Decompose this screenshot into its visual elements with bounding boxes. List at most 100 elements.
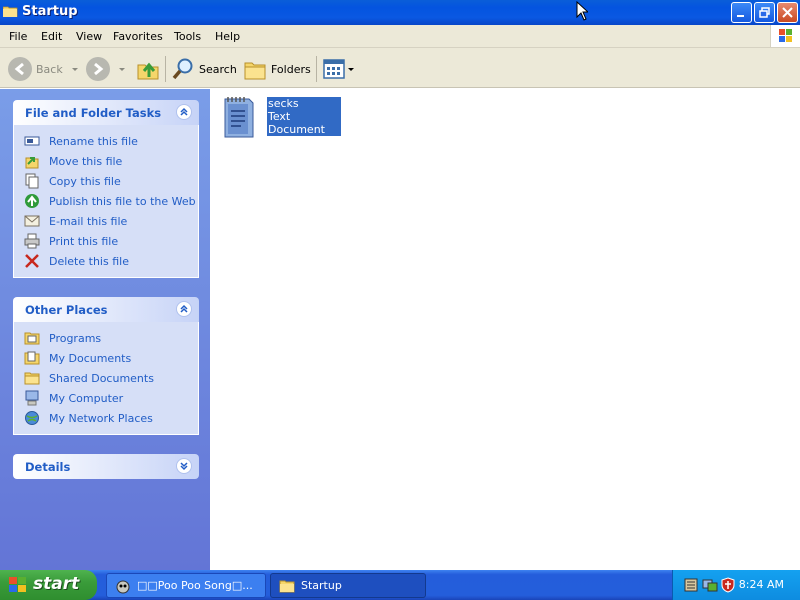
- window-title: Startup: [22, 4, 78, 19]
- place-label: Programs: [49, 331, 102, 345]
- up-folder-button[interactable]: [136, 56, 160, 82]
- place-my-computer[interactable]: My Computer: [24, 388, 198, 408]
- title-bar[interactable]: Startup: [0, 0, 800, 25]
- task-label: Delete this file: [49, 254, 129, 268]
- panel-title: Other Places: [25, 303, 108, 317]
- views-button[interactable]: [323, 56, 355, 82]
- task-label: E-mail this file: [49, 214, 128, 228]
- restore-icon: [759, 7, 770, 18]
- task-label: Move this file: [49, 154, 123, 168]
- rename-icon: [24, 136, 40, 146]
- place-my-documents[interactable]: My Documents: [24, 348, 198, 368]
- file-size: 1 KB: [268, 136, 294, 149]
- taskbar: start □□Poo Poo Song□... Startup 8:24 AM: [0, 570, 800, 600]
- shared-folder-icon: [24, 372, 40, 385]
- task-move-file[interactable]: Move this file: [24, 151, 198, 171]
- menu-view[interactable]: View: [76, 30, 102, 43]
- my-computer-icon: [25, 390, 39, 406]
- print-icon: [24, 233, 40, 249]
- copy-icon: [25, 173, 39, 189]
- place-programs[interactable]: Programs: [24, 328, 198, 348]
- my-documents-icon: [24, 351, 40, 365]
- minimize-icon: [737, 15, 744, 17]
- folder-icon: [279, 580, 295, 592]
- folders-icon: [244, 62, 266, 80]
- forward-button[interactable]: [86, 56, 126, 82]
- forward-arrow-icon: [86, 57, 110, 81]
- folder-icon: [3, 6, 18, 17]
- task-copy-file[interactable]: Copy this file: [24, 171, 198, 191]
- place-label: Shared Documents: [49, 371, 154, 385]
- views-icon: [323, 59, 345, 79]
- task-print-file[interactable]: Print this file: [24, 231, 198, 251]
- menu-tools[interactable]: Tools: [174, 30, 201, 43]
- task-publish-file[interactable]: Publish this file to the Web: [24, 191, 198, 211]
- back-dropdown-icon: [71, 68, 78, 71]
- collapse-chevron-icon[interactable]: [176, 104, 192, 120]
- other-places-header[interactable]: Other Places: [13, 297, 199, 322]
- place-label: My Documents: [49, 351, 132, 365]
- taskbar-item-poo-poo-song[interactable]: □□Poo Poo Song□...: [106, 573, 266, 598]
- file-folder-tasks-header[interactable]: File and Folder Tasks: [13, 100, 199, 125]
- publish-icon: [25, 194, 39, 208]
- start-label: start: [33, 574, 80, 594]
- mouse-cursor-icon: [576, 1, 588, 21]
- file-label-selected[interactable]: secks Text Document 1 KB: [267, 97, 341, 149]
- place-my-network-places[interactable]: My Network Places: [24, 408, 198, 428]
- move-icon: [25, 157, 39, 169]
- media-app-icon: [116, 580, 130, 593]
- task-label: Publish this file to the Web: [49, 194, 196, 208]
- back-label: Back: [36, 62, 63, 76]
- restore-button[interactable]: [754, 2, 775, 23]
- windows-flag-icon: [779, 29, 792, 42]
- panel-title: File and Folder Tasks: [25, 106, 162, 120]
- task-label: Copy this file: [49, 174, 121, 188]
- toolbar-separator: [165, 56, 166, 82]
- details-header[interactable]: Details: [13, 454, 199, 479]
- menu-help[interactable]: Help: [215, 30, 240, 43]
- task-label: Rename this file: [49, 134, 138, 148]
- minimize-button[interactable]: [731, 2, 752, 23]
- up-folder-icon: [137, 62, 159, 80]
- tray-network-icon[interactable]: [702, 577, 718, 593]
- back-button[interactable]: Back: [8, 56, 79, 82]
- search-button[interactable]: Search: [171, 56, 237, 82]
- task-pane: File and Folder Tasks Rename this file M…: [0, 89, 210, 570]
- panel-title: Details: [25, 460, 71, 474]
- taskbar-item-label: □□Poo Poo Song□...: [137, 579, 253, 592]
- file-view[interactable]: secks Text Document 1 KB: [210, 89, 800, 570]
- windows-flag-icon: [9, 577, 26, 592]
- close-icon: [782, 7, 793, 18]
- close-button[interactable]: [777, 2, 798, 23]
- programs-folder-icon: [24, 332, 40, 345]
- folders-button[interactable]: Folders: [243, 56, 311, 82]
- taskbar-item-startup[interactable]: Startup: [270, 573, 426, 598]
- start-button[interactable]: start: [0, 570, 97, 600]
- place-label: My Network Places: [49, 411, 153, 425]
- file-name: secks: [268, 97, 299, 110]
- task-label: Print this file: [49, 234, 119, 248]
- expand-chevron-icon[interactable]: [176, 458, 192, 474]
- clock[interactable]: 8:24 AM: [739, 578, 784, 591]
- menu-file[interactable]: File: [9, 30, 27, 43]
- search-icon: [172, 58, 193, 80]
- taskbar-item-label: Startup: [301, 579, 342, 592]
- file-type: Text Document: [268, 110, 325, 136]
- file-folder-tasks-panel: File and Folder Tasks Rename this file M…: [13, 100, 199, 278]
- task-delete-file[interactable]: Delete this file: [24, 251, 198, 271]
- other-places-panel: Other Places Programs My Documents Share…: [13, 297, 199, 435]
- place-label: My Computer: [49, 391, 124, 405]
- place-shared-documents[interactable]: Shared Documents: [24, 368, 198, 388]
- task-email-file[interactable]: E-mail this file: [24, 211, 198, 231]
- forward-dropdown-icon: [119, 68, 125, 71]
- security-shield-icon[interactable]: [720, 577, 736, 593]
- menu-favorites[interactable]: Favorites: [113, 30, 163, 43]
- details-panel: Details: [13, 454, 199, 479]
- email-icon: [24, 215, 40, 227]
- menu-edit[interactable]: Edit: [41, 30, 62, 43]
- views-dropdown-icon: [348, 68, 354, 71]
- task-rename-file[interactable]: Rename this file: [24, 131, 198, 151]
- collapse-chevron-icon[interactable]: [176, 301, 192, 317]
- delete-icon: [25, 254, 39, 268]
- tray-app-icon[interactable]: [683, 577, 699, 593]
